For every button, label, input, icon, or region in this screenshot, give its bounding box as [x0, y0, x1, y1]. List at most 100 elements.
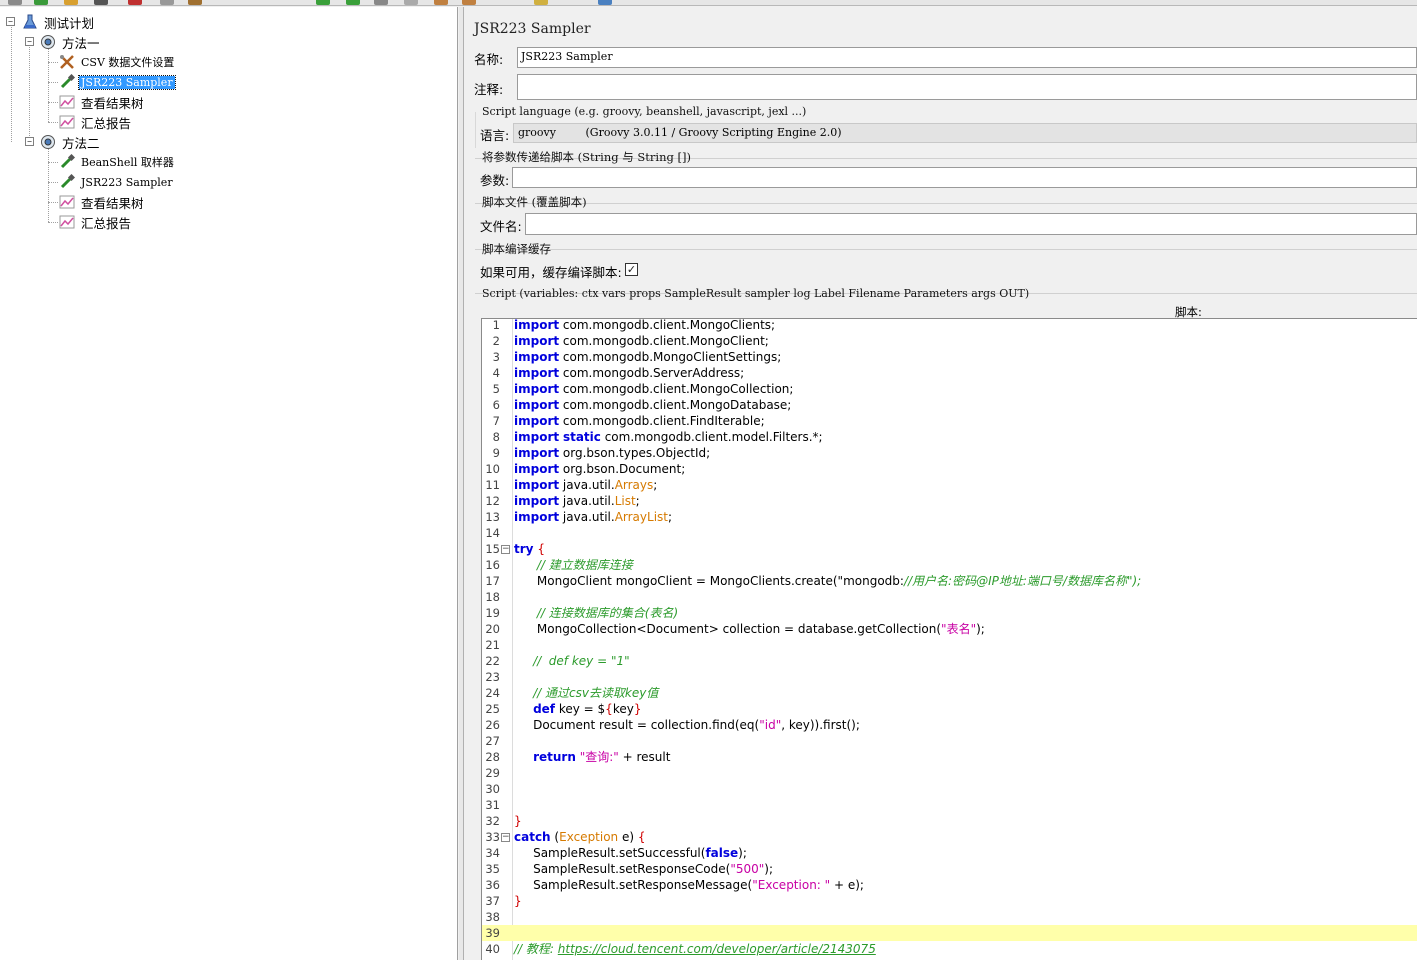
tree-node-view-results-tree-2[interactable]: 查看结果树	[59, 193, 146, 211]
code-line[interactable]: 31	[482, 797, 1417, 813]
params-title: 将参数传递给脚本 (String 与 String [])	[482, 150, 691, 164]
code-line[interactable]: 1 import com.mongodb.client.MongoClients;	[482, 318, 1417, 333]
code-line[interactable]: 24 // 通过csv去读取key值	[482, 685, 1417, 701]
tree-node-jsr223-sampler-2[interactable]: JSR223 Sampler	[59, 173, 175, 191]
tree-node-test-plan[interactable]: 测试计划	[22, 13, 96, 31]
code-line[interactable]: 38	[482, 909, 1417, 925]
code-line[interactable]: 15− try {	[482, 541, 1417, 557]
script-editor[interactable]: 1 import com.mongodb.client.MongoClients;…	[481, 318, 1417, 960]
code-line[interactable]: 3 import com.mongodb.MongoClientSettings;	[482, 349, 1417, 365]
code-text: import java.util.List;	[514, 494, 640, 508]
line-number: 33	[485, 830, 500, 844]
new-icon[interactable]	[8, 0, 22, 5]
code-line[interactable]: 7 import com.mongodb.client.FindIterable;	[482, 413, 1417, 429]
tree-connector	[48, 182, 58, 183]
start-icon[interactable]	[316, 0, 330, 5]
shutdown-icon[interactable]	[404, 0, 418, 5]
comment-label: 注释:	[474, 82, 504, 97]
tree-node-label: JSR223 Sampler	[81, 175, 173, 189]
line-number: 28	[485, 750, 500, 764]
code-line[interactable]: 17 MongoClient mongoClient = MongoClient…	[482, 573, 1417, 589]
copy-icon[interactable]	[160, 0, 174, 5]
code-line[interactable]: 12 import java.util.List;	[482, 493, 1417, 509]
code-line[interactable]: 34 SampleResult.setSuccessful(false);	[482, 845, 1417, 861]
code-line[interactable]: 35 SampleResult.setResponseCode("500");	[482, 861, 1417, 877]
fold-toggle-icon[interactable]: −	[501, 545, 510, 554]
code-line[interactable]: 20 MongoCollection<Document> collection …	[482, 621, 1417, 637]
code-line[interactable]: 19 // 连接数据库的集合(表名)	[482, 605, 1417, 621]
stop-icon[interactable]	[374, 0, 388, 5]
code-line[interactable]: 29	[482, 765, 1417, 781]
collapse-toggle[interactable]: −	[25, 37, 34, 46]
line-number: 18	[485, 590, 500, 604]
tree-connector	[48, 62, 58, 63]
collapse-toggle[interactable]: −	[6, 17, 15, 26]
tree-node-thread-group-1[interactable]: 方法一	[40, 33, 102, 51]
code-line[interactable]: 36 SampleResult.setResponseMessage("Exce…	[482, 877, 1417, 893]
code-line[interactable]: 37}	[482, 893, 1417, 909]
line-number: 23	[485, 670, 500, 684]
tree-node-label: BeanShell 取样器	[81, 156, 174, 169]
clear-icon[interactable]	[434, 0, 448, 5]
code-text: catch (Exception e) {	[514, 830, 646, 844]
search-icon[interactable]	[534, 0, 548, 5]
filename-field[interactable]	[525, 213, 1417, 235]
code-line[interactable]: 28 return "查询:" + result	[482, 749, 1417, 765]
code-line[interactable]: 33− catch (Exception e) {	[482, 829, 1417, 845]
code-line[interactable]: 39	[482, 925, 1417, 941]
code-line[interactable]: 25 def key = ${key}	[482, 701, 1417, 717]
code-line[interactable]: 18	[482, 589, 1417, 605]
collapse-toggle[interactable]: −	[25, 137, 34, 146]
cut-icon[interactable]	[128, 0, 142, 5]
name-field[interactable]: JSR223 Sampler	[517, 47, 1417, 68]
code-text: }	[514, 814, 522, 828]
tree-node-thread-group-2[interactable]: 方法二	[40, 133, 102, 151]
code-line[interactable]: 21	[482, 637, 1417, 653]
language-engine: (Groovy 3.0.11 / Groovy Scripting Engine…	[585, 126, 842, 139]
fold-toggle-icon[interactable]: −	[501, 833, 510, 842]
tree-node-beanshell-sampler[interactable]: BeanShell 取样器	[59, 153, 176, 171]
line-number: 29	[485, 766, 500, 780]
code-text: import com.mongodb.client.MongoClients;	[514, 318, 776, 332]
code-line[interactable]: 27	[482, 733, 1417, 749]
panel-splitter[interactable]	[459, 7, 464, 960]
code-line[interactable]: 30	[482, 781, 1417, 797]
code-line[interactable]: 2 import com.mongodb.client.MongoClient;	[482, 333, 1417, 349]
code-line[interactable]: 23	[482, 669, 1417, 685]
comment-field[interactable]	[517, 74, 1417, 100]
save-icon[interactable]	[94, 0, 108, 5]
cache-checkbox[interactable]: ✓	[625, 263, 638, 276]
code-line[interactable]: 32}	[482, 813, 1417, 829]
tree-node-jsr223-sampler-1[interactable]: JSR223 Sampler	[59, 73, 176, 91]
code-text: // 教程: https://cloud.tencent.com/develop…	[514, 942, 876, 956]
code-line[interactable]: 40 // 教程: https://cloud.tencent.com/devel…	[482, 941, 1417, 957]
code-line[interactable]: 9 import org.bson.types.ObjectId;	[482, 445, 1417, 461]
clear-all-icon[interactable]	[462, 0, 476, 5]
code-text: import java.util.Arrays;	[514, 478, 658, 492]
line-number: 37	[485, 894, 500, 908]
code-line[interactable]: 8 import static com.mongodb.client.model.…	[482, 429, 1417, 445]
tree-node-view-results-tree-1[interactable]: 查看结果树	[59, 93, 146, 111]
tree-node-summary-report-2[interactable]: 汇总报告	[59, 213, 133, 231]
code-line[interactable]: 16 // 建立数据库连接	[482, 557, 1417, 573]
chart-icon	[59, 114, 75, 130]
tree-node-summary-report-1[interactable]: 汇总报告	[59, 113, 133, 131]
code-line[interactable]: 4 import com.mongodb.ServerAddress;	[482, 365, 1417, 381]
open-icon[interactable]	[64, 0, 78, 5]
start-no-pause-icon[interactable]	[346, 0, 360, 5]
params-field[interactable]	[512, 167, 1417, 188]
tree-node-csv-config[interactable]: CSV 数据文件设置	[59, 53, 176, 71]
code-line[interactable]: 11 import java.util.Arrays;	[482, 477, 1417, 493]
code-line[interactable]: 5 import com.mongodb.client.MongoCollecti…	[482, 381, 1417, 397]
templates-icon[interactable]	[34, 0, 48, 5]
paste-icon[interactable]	[188, 0, 202, 5]
code-line[interactable]: 14	[482, 525, 1417, 541]
code-text: // 连接数据库的集合(表名)	[536, 606, 679, 620]
code-line[interactable]: 10 import org.bson.Document;	[482, 461, 1417, 477]
help-icon[interactable]	[598, 0, 612, 5]
code-line[interactable]: 22 // def key = "1"	[482, 653, 1417, 669]
language-select[interactable]: groovy (Groovy 3.0.11 / Groovy Scripting…	[513, 123, 1417, 143]
code-line[interactable]: 13 import java.util.ArrayList;	[482, 509, 1417, 525]
code-line[interactable]: 6 import com.mongodb.client.MongoDatabase…	[482, 397, 1417, 413]
code-line[interactable]: 26 Document result = collection.find(eq(…	[482, 717, 1417, 733]
